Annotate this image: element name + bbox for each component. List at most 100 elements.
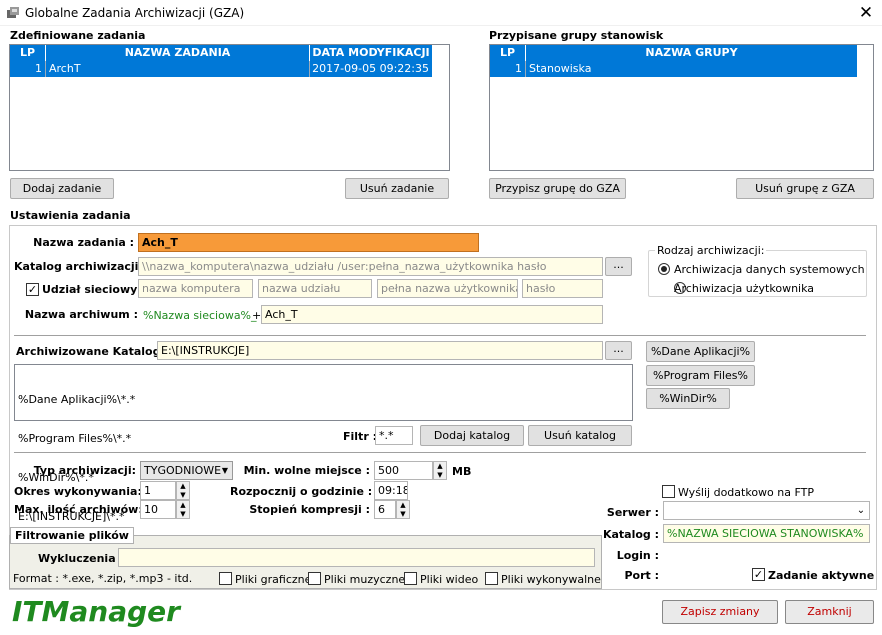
- spin-up-icon[interactable]: ▲: [434, 462, 446, 471]
- col-modified[interactable]: DATA MODYFIKACJI: [310, 45, 432, 61]
- remove-group-button[interactable]: Usuń grupę z GZA: [736, 178, 874, 199]
- program-files-macro-button[interactable]: %Program Files%: [646, 365, 755, 386]
- network-share-checkbox[interactable]: ✓: [26, 283, 39, 296]
- archive-type-label: Typ archiwizacji:: [33, 464, 136, 477]
- app-icon: [7, 7, 19, 18]
- tasks-list[interactable]: LP NAZWA ZADANIA DATA MODYFIKACJI 1 Arch…: [9, 44, 450, 171]
- app-data-macro-button[interactable]: %Dane Aplikacji%: [646, 341, 755, 362]
- col-task-name[interactable]: NAZWA ZADANIA: [46, 45, 310, 61]
- groups-label: Przypisane grupy stanowisk: [489, 29, 664, 42]
- table-row[interactable]: 1 Stanowiska: [490, 61, 857, 77]
- close-button[interactable]: Zamknij: [785, 600, 874, 624]
- start-hour-label: Rozpocznij o godzinie :: [230, 485, 373, 498]
- assign-group-button[interactable]: Przypisz grupę do GZA: [489, 178, 626, 199]
- filter-input[interactable]: *.*: [375, 426, 413, 445]
- groups-header: LP NAZWA GRUPY: [490, 45, 857, 61]
- browse-archived-button[interactable]: ...: [605, 341, 632, 360]
- catalog-list[interactable]: %Dane Aplikacji%\*.* %Program Files%\*.*…: [14, 364, 633, 523]
- user-name-field[interactable]: pełna nazwa użytkownika: [377, 279, 518, 298]
- chevron-down-icon[interactable]: ▼: [218, 462, 232, 479]
- tasks-header: LP NAZWA ZADANIA DATA MODYFIKACJI: [10, 45, 432, 61]
- ftp-catalog-label: Katalog :: [602, 528, 659, 541]
- divider: [14, 335, 866, 336]
- compression-stepper[interactable]: ▲ ▼: [396, 500, 410, 519]
- executable-files-checkbox[interactable]: [485, 572, 498, 585]
- music-files-checkbox[interactable]: [308, 572, 321, 585]
- archive-name-input[interactable]: Ach_T: [261, 305, 603, 324]
- plus-sign: +: [252, 309, 262, 322]
- windir-macro-button[interactable]: %WinDir%: [646, 388, 730, 409]
- executable-files-label: Pliki wykonywalne: [501, 573, 601, 586]
- divider: [14, 452, 866, 453]
- close-icon[interactable]: ✕: [854, 2, 878, 24]
- compression-input[interactable]: 6: [374, 500, 396, 519]
- browse-catalog-button[interactable]: ...: [605, 257, 632, 276]
- row-lp: 1: [490, 61, 526, 77]
- system-data-radio[interactable]: [658, 263, 670, 275]
- graphics-files-checkbox[interactable]: [219, 572, 232, 585]
- min-space-unit: MB: [452, 465, 472, 478]
- groups-list[interactable]: LP NAZWA GRUPY 1 Stanowiska: [489, 44, 874, 171]
- itmanager-logo: ITManager: [12, 595, 180, 628]
- archived-catalogs-label: Archiwizowane Katalogi :: [16, 345, 173, 358]
- server-label: Serwer :: [606, 506, 659, 519]
- ftp-send-label: Wyślij dodatkowo na FTP: [678, 486, 814, 499]
- spin-down-icon[interactable]: ▼: [434, 471, 446, 480]
- start-hour-input[interactable]: 09:18: [374, 481, 408, 500]
- period-label: Okres wykonywania:: [14, 485, 142, 498]
- list-item[interactable]: %Dane Aplikacji%\*.*: [18, 393, 629, 406]
- remove-task-button[interactable]: Usuń zadanie: [345, 178, 449, 199]
- share-name-field[interactable]: nazwa udziału: [258, 279, 372, 298]
- row-lp: 1: [10, 61, 46, 77]
- col-lp[interactable]: LP: [490, 45, 526, 61]
- login-label: Login :: [616, 549, 659, 562]
- ftp-send-checkbox[interactable]: [662, 485, 675, 498]
- task-name-input[interactable]: Ach_T: [138, 233, 479, 252]
- ftp-catalog-input[interactable]: %NAZWA SIECIOWA STANOWISKA%: [663, 524, 870, 543]
- exclusions-label: Wykluczenia :: [38, 552, 124, 565]
- remove-catalog-button[interactable]: Usuń katalog: [528, 425, 632, 446]
- min-space-stepper[interactable]: ▲ ▼: [433, 461, 447, 480]
- archive-type-group-label: Rodzaj archiwizacji:: [655, 244, 767, 257]
- spin-up-icon[interactable]: ▲: [177, 482, 189, 491]
- min-space-label: Min. wolne miejsce :: [243, 464, 370, 477]
- password-field[interactable]: hasło: [522, 279, 603, 298]
- compression-label: Stopień kompresji :: [249, 503, 370, 516]
- video-files-label: Pliki wideo: [420, 573, 479, 586]
- filtering-label: Filtrowanie plików: [10, 527, 134, 544]
- spin-up-icon[interactable]: ▲: [397, 501, 409, 510]
- archive-name-prefix: %Nazwa sieciowa%_: [143, 309, 257, 322]
- video-files-checkbox[interactable]: [404, 572, 417, 585]
- add-catalog-button[interactable]: Dodaj katalog: [420, 425, 524, 446]
- row-task-name: ArchT: [46, 61, 310, 77]
- chevron-down-icon[interactable]: ⌄: [854, 503, 868, 519]
- user-archive-radio-label: Archiwizacja użytkownika: [674, 282, 815, 295]
- period-input[interactable]: 1: [140, 481, 176, 500]
- music-files-label: Pliki muzyczne: [324, 573, 406, 586]
- spin-down-icon[interactable]: ▼: [177, 510, 189, 519]
- save-button[interactable]: Zapisz zmiany: [662, 600, 778, 624]
- add-task-button[interactable]: Dodaj zadanie: [10, 178, 114, 199]
- server-select[interactable]: [663, 501, 870, 520]
- min-space-input[interactable]: 500: [374, 461, 433, 480]
- computer-name-field[interactable]: nazwa komputera: [138, 279, 253, 298]
- spin-down-icon[interactable]: ▼: [177, 491, 189, 500]
- table-row[interactable]: 1 ArchT 2017-09-05 09:22:35: [10, 61, 432, 77]
- exclusions-input[interactable]: [118, 548, 595, 567]
- spin-up-icon[interactable]: ▲: [177, 501, 189, 510]
- max-archives-stepper[interactable]: ▲ ▼: [176, 500, 190, 519]
- task-active-label: Zadanie aktywne: [768, 569, 875, 582]
- spin-down-icon[interactable]: ▼: [397, 510, 409, 519]
- col-group-name[interactable]: NAZWA GRUPY: [526, 45, 857, 61]
- max-archives-input[interactable]: 10: [140, 500, 176, 519]
- task-active-checkbox[interactable]: ✓: [752, 568, 765, 581]
- row-date: 2017-09-05 09:22:35: [312, 62, 429, 75]
- archived-catalogs-input[interactable]: E:\[INSTRUKCJE]: [157, 341, 603, 360]
- filter-label: Filtr :: [343, 430, 377, 443]
- catalog-label: Katalog archiwizacji :: [14, 260, 147, 273]
- format-hint: Format : *.exe, *.zip, *.mp3 - itd.: [13, 572, 193, 585]
- period-stepper[interactable]: ▲ ▼: [176, 481, 190, 500]
- window-title: Globalne Zadania Archiwizacji (GZA): [25, 6, 245, 20]
- col-lp[interactable]: LP: [10, 45, 46, 61]
- catalog-input[interactable]: \\nazwa_komputera\nazwa_udziału /user:pe…: [138, 257, 603, 276]
